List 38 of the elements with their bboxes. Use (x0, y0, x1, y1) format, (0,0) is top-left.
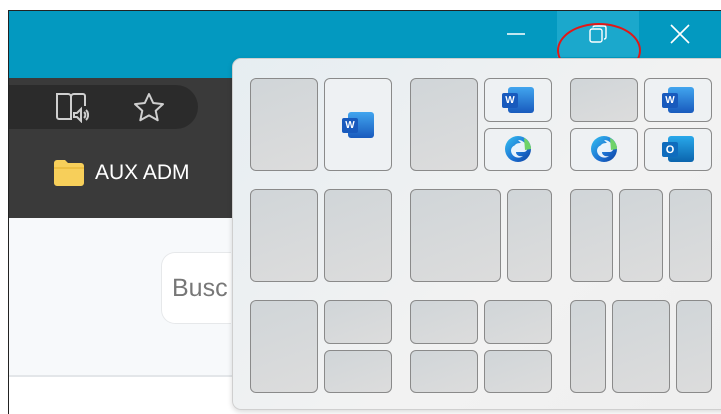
snap-zone[interactable]: W (644, 78, 712, 122)
snap-zone[interactable] (484, 300, 552, 344)
snap-zone[interactable] (250, 189, 318, 282)
read-aloud-icon[interactable] (55, 91, 89, 123)
snap-zone[interactable] (410, 350, 478, 393)
search-field[interactable]: Busc (161, 252, 231, 324)
folder-icon (53, 159, 85, 187)
bookmark-item[interactable]: AUX ADM (95, 161, 190, 185)
snap-zone[interactable] (676, 300, 712, 393)
snap-zone[interactable] (570, 128, 638, 171)
snap-zone[interactable] (570, 78, 638, 122)
snap-zone[interactable] (250, 300, 318, 393)
snap-zone[interactable] (484, 350, 552, 393)
snap-zone[interactable] (324, 189, 392, 282)
snap-zone[interactable]: W (324, 78, 392, 171)
address-bar[interactable] (9, 85, 198, 129)
snap-zone[interactable] (570, 300, 606, 393)
minimize-icon (507, 33, 525, 35)
close-icon (670, 24, 690, 44)
snap-zone[interactable] (668, 189, 712, 282)
snap-zone[interactable] (570, 189, 614, 282)
snap-zone[interactable]: O (644, 128, 712, 171)
snap-zone[interactable]: W (484, 78, 552, 122)
snap-zone[interactable] (506, 189, 552, 282)
edge-icon (590, 135, 618, 164)
snap-zone[interactable] (250, 78, 318, 171)
edge-icon (504, 135, 532, 164)
snap-zone[interactable] (410, 78, 478, 171)
star-icon[interactable] (133, 92, 165, 122)
snap-zone[interactable] (324, 350, 392, 393)
snap-zone[interactable] (612, 300, 670, 393)
snap-zone[interactable] (619, 189, 663, 282)
restore-button[interactable] (557, 11, 639, 57)
restore-icon (589, 25, 607, 43)
snap-zone[interactable] (410, 189, 501, 282)
snap-zone[interactable] (410, 300, 478, 344)
snap-zone[interactable] (324, 300, 392, 344)
snap-zone[interactable] (484, 128, 552, 171)
